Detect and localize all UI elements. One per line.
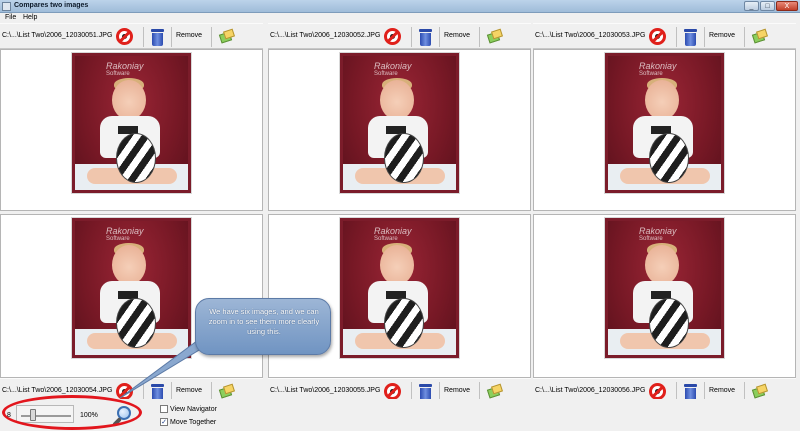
view-navigator-label: View Navigator	[170, 406, 217, 413]
watermark: Rakoniay Software	[639, 61, 677, 78]
separator	[676, 27, 677, 47]
load-image-icon[interactable]	[751, 28, 768, 44]
no-entry-icon[interactable]	[384, 28, 401, 45]
load-image-icon[interactable]	[486, 383, 503, 399]
file-path: C:\...\List Two\2006_12030056.JPG	[535, 387, 646, 394]
view-navigator-option[interactable]: View Navigator	[160, 405, 217, 414]
load-image-icon[interactable]	[486, 28, 503, 44]
separator	[143, 27, 144, 47]
move-together-checkbox[interactable]: ✓	[160, 418, 168, 427]
remove-button[interactable]: Remove	[444, 32, 470, 39]
no-entry-icon[interactable]	[384, 383, 401, 400]
watermark: Rakoniay Software	[106, 61, 144, 78]
image-view[interactable]: Rakoniay Software	[0, 49, 263, 211]
watermark: Rakoniay Software	[639, 226, 677, 243]
trash-bin-icon[interactable]	[151, 29, 164, 46]
no-entry-icon[interactable]	[116, 383, 133, 400]
window-controls: _ □ X	[743, 1, 798, 12]
remove-button[interactable]: Remove	[444, 387, 470, 394]
highlight-ellipse	[2, 395, 142, 430]
image-view[interactable]: Rakoniay Software	[268, 49, 531, 211]
separator	[479, 27, 480, 47]
separator	[439, 27, 440, 47]
menu-file[interactable]: File	[5, 13, 16, 23]
file-path: C:\...\List Two\2006_12030053.JPG	[535, 32, 646, 39]
remove-button[interactable]: Remove	[709, 387, 735, 394]
no-entry-icon[interactable]	[649, 28, 666, 45]
image-toolbar: C:\...\List Two\2006_12030053.JPG Remove	[533, 23, 796, 49]
move-together-option[interactable]: ✓ Move Together	[160, 418, 216, 427]
separator	[704, 27, 705, 47]
watermark: Rakoniay Software	[374, 61, 412, 78]
image-toolbar: C:\...\List Two\2006_12030051.JPG Remove	[0, 23, 263, 49]
photo: Rakoniay Software	[339, 52, 460, 194]
separator	[744, 27, 745, 47]
remove-button[interactable]: Remove	[176, 32, 202, 39]
file-path: C:\...\List Two\2006_12030051.JPG	[2, 32, 113, 39]
file-path: C:\...\List Two\2006_12030052.JPG	[270, 32, 381, 39]
no-entry-icon[interactable]	[116, 28, 133, 45]
window-icon	[2, 2, 11, 11]
separator	[411, 27, 412, 47]
callout-bubble: We have six images, and we can zoom in t…	[195, 298, 331, 355]
callout-text: We have six images, and we can zoom in t…	[208, 307, 320, 336]
menu-help[interactable]: Help	[23, 13, 37, 23]
minimize-button[interactable]: _	[744, 1, 759, 11]
move-together-label: Move Together	[170, 419, 217, 426]
photo: Rakoniay Software	[71, 217, 192, 359]
maximize-button[interactable]: □	[760, 1, 775, 11]
trash-bin-icon[interactable]	[419, 29, 432, 46]
close-button[interactable]: X	[776, 1, 798, 11]
watermark: Rakoniay Software	[374, 226, 412, 243]
load-image-icon[interactable]	[218, 28, 235, 44]
photo: Rakoniay Software	[71, 52, 192, 194]
photo: Rakoniay Software	[339, 217, 460, 359]
load-image-icon[interactable]	[751, 383, 768, 399]
remove-button[interactable]: Remove	[176, 387, 202, 394]
view-navigator-checkbox[interactable]	[160, 405, 168, 414]
separator	[171, 27, 172, 47]
image-view[interactable]: Rakoniay Software	[533, 49, 796, 211]
photo: Rakoniay Software	[604, 217, 725, 359]
file-path: C:\...\List Two\2006_12030055.JPG	[270, 387, 381, 394]
menu-bar: File Help	[0, 13, 800, 23]
remove-button[interactable]: Remove	[709, 32, 735, 39]
file-path: C:\...\List Two\2006_12030054.JPG	[2, 387, 113, 394]
no-entry-icon[interactable]	[649, 383, 666, 400]
image-view[interactable]: Rakoniay Software	[533, 214, 796, 378]
watermark: Rakoniay Software	[106, 226, 144, 243]
image-toolbar: C:\...\List Two\2006_12030052.JPG Remove	[268, 23, 531, 49]
photo: Rakoniay Software	[604, 52, 725, 194]
trash-bin-icon[interactable]	[684, 29, 697, 46]
load-image-icon[interactable]	[218, 383, 235, 399]
separator	[211, 27, 212, 47]
window-title: Compares two images	[14, 2, 89, 9]
title-bar: Compares two images _ □ X	[0, 0, 800, 13]
